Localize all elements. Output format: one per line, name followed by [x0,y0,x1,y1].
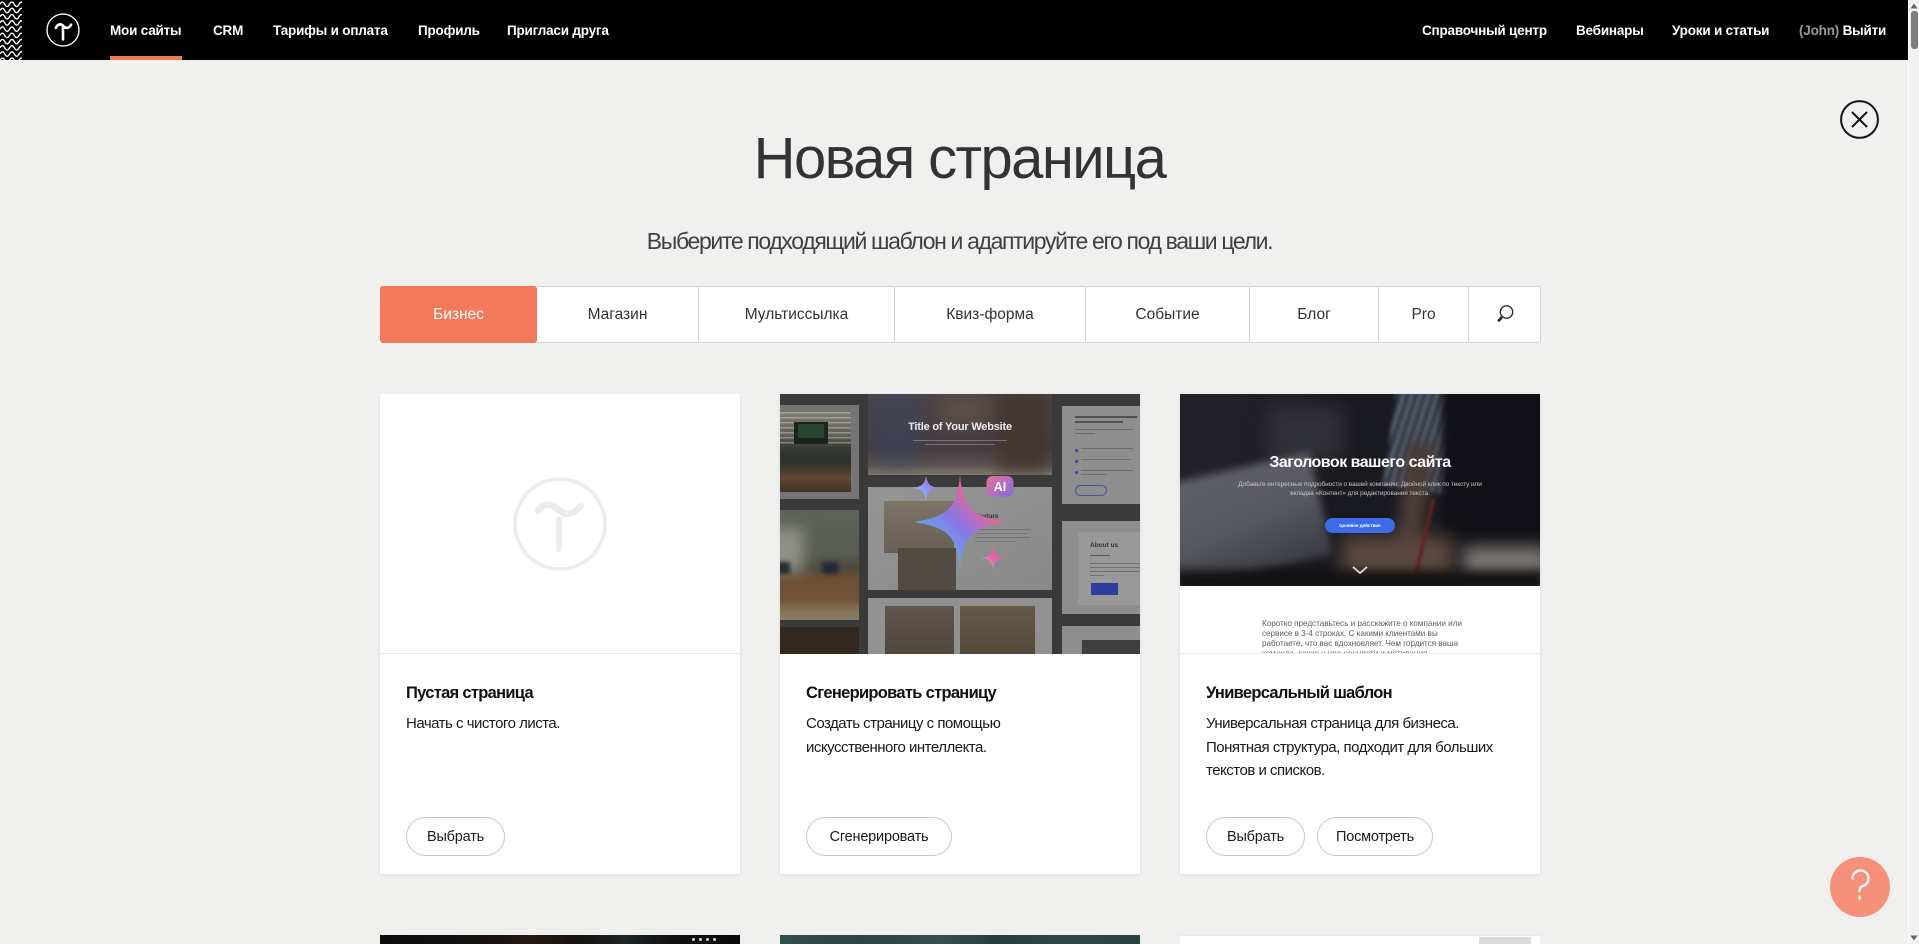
svg-text:AI: AI [994,480,1007,494]
